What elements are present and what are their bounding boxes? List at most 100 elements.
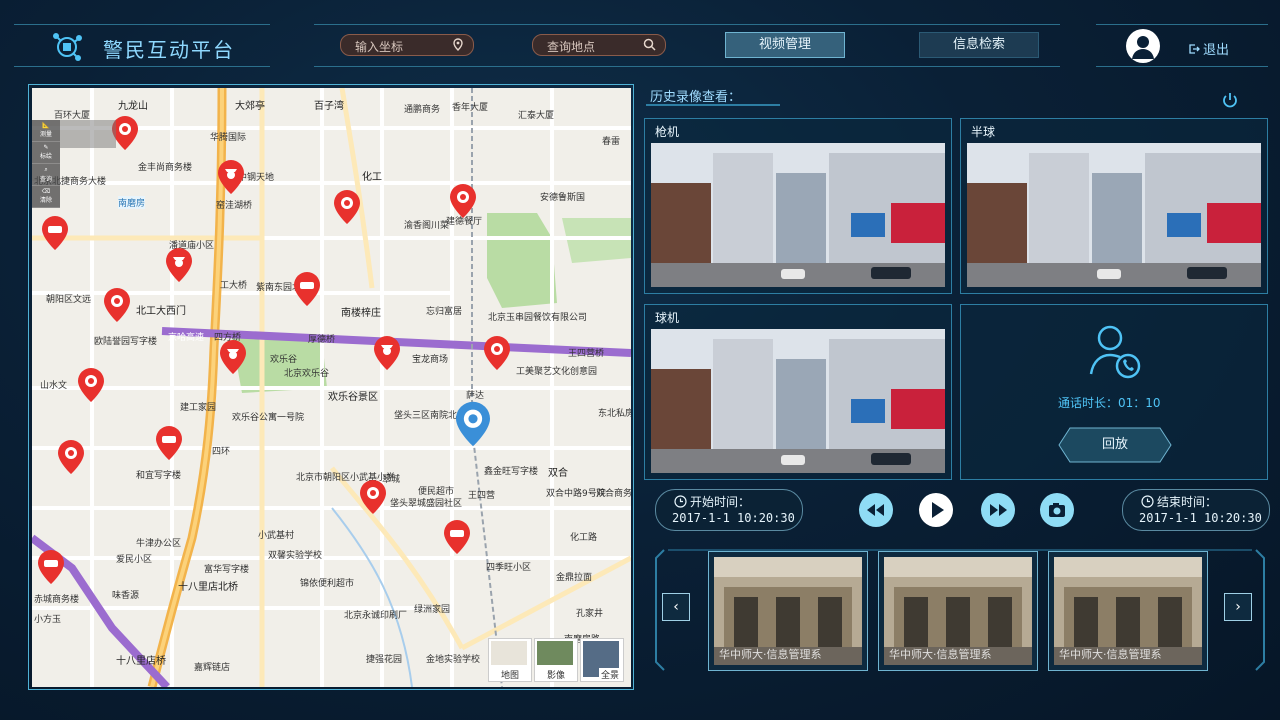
- tab-info-search[interactable]: 信息检索: [919, 32, 1039, 58]
- map-label: 忘归富居: [426, 307, 463, 317]
- map-canvas[interactable]: 百环大厦 九龙山 大郊亭 百子湾 通鹏商务 香年大厦 汇泰大厦 春雷 华腾国际 …: [32, 88, 631, 687]
- snapshot-camera-button[interactable]: [1039, 492, 1075, 528]
- avatar[interactable]: [1126, 29, 1160, 63]
- map-label: 味香源: [112, 591, 140, 601]
- map-label: 欢乐谷公寓一号院: [232, 413, 305, 423]
- history-title: 历史录像查看：: [650, 90, 742, 105]
- camera-marker-icon[interactable]: [484, 336, 510, 370]
- place-search-placeholder: 查询地点: [547, 40, 596, 54]
- camera-marker-icon[interactable]: [334, 190, 360, 224]
- map-label: 四季旺小区: [486, 563, 532, 573]
- tool-label: 测量: [39, 131, 52, 138]
- camera-panel-gun[interactable]: 枪机: [644, 118, 952, 294]
- logout-button[interactable]: 退出: [1188, 39, 1229, 58]
- map-label: 和宜写字楼: [136, 471, 182, 481]
- draw-tool-button[interactable]: ✎ 标绘: [32, 142, 60, 164]
- map-label: 朝阳区文远: [46, 295, 92, 305]
- map-label: 锦依便利超市: [300, 579, 355, 589]
- thumbnail-item[interactable]: 华中师大·信息管理系: [708, 551, 868, 671]
- map-label: 垡头翠城盛园社区: [390, 499, 463, 509]
- user-icon: [1132, 36, 1154, 59]
- map-label: 鑫金旺写字楼: [484, 467, 539, 477]
- police-car-marker-icon[interactable]: [38, 550, 64, 584]
- power-icon[interactable]: [1221, 92, 1239, 110]
- map-label: 金丰尚商务楼: [138, 163, 193, 173]
- play-button[interactable]: [918, 492, 954, 528]
- police-car-marker-icon[interactable]: [156, 426, 182, 460]
- map-label: 牛津办公区: [136, 539, 182, 549]
- map-type-label: 全景: [598, 668, 621, 681]
- map-label: 化工路: [570, 533, 598, 543]
- map-label: 北京玉串园餐饮有限公司: [488, 313, 588, 323]
- map-label: 春雷: [602, 137, 621, 147]
- coordinate-input-placeholder: 输入坐标: [355, 40, 404, 54]
- clear-tool-button[interactable]: ⌫ 清除: [32, 186, 60, 208]
- map-label: 东北私房: [598, 409, 631, 419]
- query-tool-button[interactable]: ⌕ 查询: [32, 164, 60, 186]
- street-scene: [651, 143, 945, 287]
- start-time-field[interactable]: 开始时间： 2017-1-1 10:20:30: [655, 489, 803, 531]
- selected-camera-marker-icon[interactable]: [456, 400, 490, 448]
- logout-icon: [1189, 44, 1200, 54]
- thumbnail-item[interactable]: 华中师大·信息管理系: [1048, 551, 1208, 671]
- police-car-marker-icon[interactable]: [444, 520, 470, 554]
- camera-panel-dome[interactable]: 半球: [960, 118, 1268, 294]
- camera-marker-icon[interactable]: [104, 288, 130, 322]
- map-label: 捷强花园: [366, 655, 403, 665]
- map-label: 北京永诚印刷厂: [344, 611, 408, 621]
- police-marker-icon[interactable]: [218, 160, 244, 194]
- map-label: 安德鲁斯国: [540, 193, 586, 203]
- map-label: 欧陆誉园写字楼: [94, 337, 158, 347]
- map-label: 大郊亭: [235, 101, 265, 112]
- tool-label: 标绘: [39, 153, 52, 160]
- map-label: 金地实验学校: [426, 655, 481, 665]
- police-marker-icon[interactable]: [166, 248, 192, 282]
- tab-video-management[interactable]: 视频管理: [725, 32, 845, 58]
- thumbnail-watermark: 华中师大·信息管理系: [889, 648, 992, 661]
- camera-feed-image[interactable]: [651, 143, 945, 287]
- police-marker-icon[interactable]: [374, 336, 400, 370]
- location-pin-icon[interactable]: [452, 38, 464, 51]
- camera-marker-icon[interactable]: [360, 480, 386, 514]
- map-type-standard-button[interactable]: 地图: [488, 638, 532, 682]
- camera-title: 球机: [655, 311, 680, 325]
- camera-panel-ball[interactable]: 球机: [644, 304, 952, 480]
- replay-button[interactable]: 回放: [1058, 427, 1172, 463]
- fast-forward-button[interactable]: [980, 492, 1016, 528]
- search-icon[interactable]: [643, 38, 656, 51]
- end-time-field[interactable]: 结束时间： 2017-1-1 10:20:30: [1122, 489, 1270, 531]
- start-time-label: 开始时间：: [690, 495, 751, 509]
- map-label: 王四营桥: [568, 349, 605, 359]
- camera-marker-icon[interactable]: [58, 440, 84, 474]
- platform-logo-icon: [53, 33, 82, 61]
- thumbnail-item[interactable]: 华中师大·信息管理系: [878, 551, 1038, 671]
- map-label: 九龙山: [118, 101, 148, 112]
- rewind-button[interactable]: [858, 492, 894, 528]
- measure-tool-button[interactable]: 📐 测量: [32, 120, 60, 142]
- map-label: 嘉辉链店: [194, 663, 231, 673]
- place-search-input[interactable]: 查询地点: [532, 34, 666, 56]
- map-label: 双合商务中心: [596, 489, 631, 499]
- map-type-panorama-button[interactable]: 全景: [580, 638, 624, 682]
- map-label: 南楼梓庄: [341, 308, 381, 319]
- camera-feed-image[interactable]: [651, 329, 945, 473]
- map-label: 富华写字楼: [204, 565, 250, 575]
- camera-marker-icon[interactable]: [78, 368, 104, 402]
- police-car-marker-icon[interactable]: [42, 216, 68, 250]
- map-label: 双合: [548, 468, 568, 479]
- end-time-value: 2017-1-1 10:20:30: [1139, 511, 1262, 525]
- thumbnail-next-button[interactable]: ›: [1224, 593, 1252, 621]
- map-type-satellite-button[interactable]: 影像: [534, 638, 578, 682]
- map-label: 建工家园: [180, 403, 217, 413]
- police-car-marker-icon[interactable]: [294, 272, 320, 306]
- map-label: 爱民小区: [116, 555, 153, 565]
- police-marker-icon[interactable]: [220, 340, 246, 374]
- coordinate-input[interactable]: 输入坐标: [340, 34, 474, 56]
- camera-marker-icon[interactable]: [450, 184, 476, 218]
- map-label: 通鹏商务: [404, 105, 441, 115]
- map-label: 北京欢乐谷: [284, 369, 330, 379]
- thumbnail-prev-button[interactable]: ‹: [662, 593, 690, 621]
- map-toolbar: 📐 测量 ✎ 标绘 ⌕ 查询 ⌫ 清除: [32, 120, 116, 208]
- map-label: 工大桥: [220, 281, 248, 291]
- camera-feed-image[interactable]: [967, 143, 1261, 287]
